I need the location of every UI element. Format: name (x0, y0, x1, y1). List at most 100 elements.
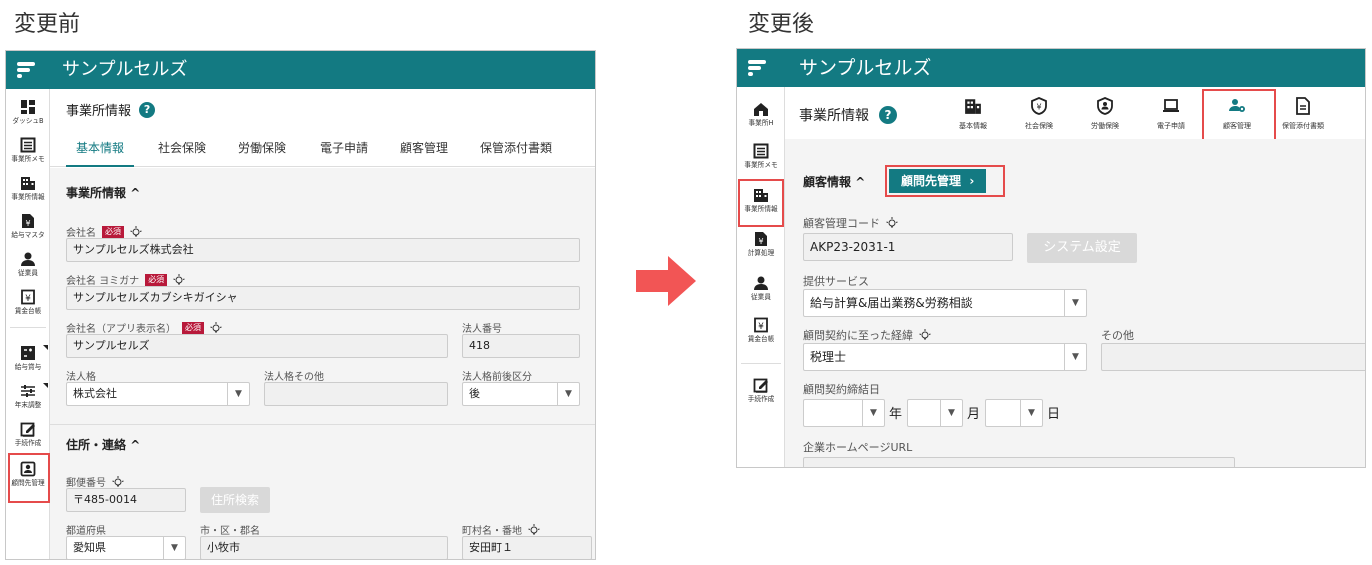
sidebar-item-label: 年末調整 (14, 401, 42, 409)
company-kana-input[interactable]: サンプルセルズカブシキガイシャ (66, 286, 580, 310)
app-logo-icon[interactable] (737, 49, 779, 87)
sidebar-item-office-memo[interactable]: 事業所メモ (737, 143, 785, 170)
sidebar-item-year-end[interactable]: 年末調整 (6, 383, 50, 410)
tab-e-filing[interactable]: 電子申請 (312, 129, 376, 167)
contract-reason-select[interactable]: 税理士 ▼ (803, 343, 1087, 371)
sidebar-item-employees[interactable]: 従業員 (737, 275, 785, 302)
chevron-down-icon: ▼ (940, 400, 962, 426)
corp-type-select[interactable]: 株式会社 ▼ (66, 382, 250, 406)
section-title: 住所・連絡 (66, 438, 127, 452)
person-icon (21, 252, 35, 266)
select-value: 株式会社 (73, 387, 117, 400)
sidebar-item-office-memo[interactable]: 事業所メモ (6, 137, 50, 164)
contract-month-select[interactable]: ▼ (907, 399, 963, 427)
section-header-address[interactable]: 住所・連絡 ^ (66, 436, 140, 453)
corp-position-select[interactable]: 後 ▼ (462, 382, 580, 406)
address-search-button[interactable]: 住所検索 (200, 487, 270, 513)
year-unit: 年 (889, 407, 903, 422)
field-label-text: 顧客管理コード (803, 217, 880, 230)
sidebar-item-label: 手続作成 (14, 439, 42, 447)
tab-labor-insurance[interactable]: 労働保険 (230, 129, 294, 167)
company-name-input[interactable]: サンプルセルズ株式会社 (66, 238, 580, 262)
chevron-down-icon: ▼ (163, 537, 185, 559)
system-settings-button[interactable]: システム設定 (1027, 233, 1137, 263)
required-badge: 必須 (182, 321, 204, 334)
hint-bulb-icon[interactable] (130, 225, 142, 238)
hint-bulb-icon[interactable] (528, 523, 540, 536)
section-header-company[interactable]: 事業所情報 ^ (66, 184, 140, 201)
hint-bulb-icon[interactable] (173, 273, 185, 286)
tab-stored-documents[interactable]: 保管添付書類 (470, 129, 562, 167)
tab-label: 社会保険 (1025, 122, 1053, 130)
corp-number-input[interactable]: 418 (462, 334, 580, 358)
sidebar-item-employees[interactable]: 従業員 (6, 251, 50, 278)
tab-social-insurance[interactable]: 社会保険 (150, 129, 214, 167)
sidebar-item-label: 給与マスタ (11, 231, 45, 239)
sidebar-item-office-info[interactable]: 事業所情報 (6, 175, 50, 202)
section-title: 顧客情報 (803, 175, 852, 189)
before-screenshot: サンプルセルズ ダッシュB 事業所メモ 事業所情報 ¥ 給与マスタ 従業員 ¥ … (5, 50, 596, 560)
app-name-input[interactable]: サンプルセルズ (66, 334, 448, 358)
tab-label: 保管添付書類 (1282, 122, 1324, 130)
town-input[interactable]: 安田町１ (462, 536, 592, 559)
submenu-indicator-icon (43, 345, 48, 350)
sidebar-item-procedures[interactable]: 手続作成 (6, 421, 50, 448)
sidebar-item-salary-master[interactable]: ¥ 給与マスタ (6, 213, 50, 240)
sidebar-item-procedures[interactable]: 手続作成 (737, 377, 785, 404)
section-header-customer[interactable]: 顧客情報 ^ (803, 173, 865, 190)
svg-text:¥: ¥ (25, 219, 30, 228)
select-value: 愛知県 (73, 541, 106, 554)
corp-other-label: 法人格その他 (264, 372, 324, 383)
sidebar-item-payroll[interactable]: 給与賞与 (6, 345, 50, 372)
contract-day-select[interactable]: ▼ (985, 399, 1043, 427)
tab-basic-info[interactable]: 基本情報 (66, 129, 134, 167)
homepage-label: 企業ホームページURL (803, 441, 913, 454)
laptop-icon (1163, 99, 1179, 112)
prefecture-label: 都道府県 (66, 526, 106, 537)
sidebar-item-office-home[interactable]: 事業所H (737, 101, 785, 128)
sidebar-item-label: 手続作成 (747, 395, 775, 403)
prefecture-select[interactable]: 愛知県 ▼ (66, 536, 186, 559)
tab-e-filing[interactable]: 電子申請 (1141, 97, 1201, 131)
services-select[interactable]: 給与計算&届出業務&労務相談 ▼ (803, 289, 1087, 317)
hint-bulb-icon[interactable] (210, 321, 222, 334)
customer-code-input[interactable]: AKP23-2031-1 (803, 233, 1013, 261)
other-label: その他 (1101, 329, 1134, 342)
app-header: サンプルセルズ (6, 51, 595, 89)
app-logo-icon[interactable] (6, 51, 48, 89)
corp-other-input[interactable] (264, 382, 448, 406)
company-name-label: 会社名 必須 (66, 224, 142, 239)
corp-type-label: 法人格 (66, 372, 96, 383)
edit-icon (753, 378, 768, 393)
postal-input[interactable]: 〒485-0014 (66, 488, 186, 512)
sidebar-item-dashboard[interactable]: ダッシュB (6, 99, 50, 126)
tab-customer-management[interactable]: 顧客管理 (392, 129, 456, 167)
sidebar-item-wage-ledger[interactable]: ¥ 賃金台帳 (6, 289, 50, 316)
chevron-down-icon: ▼ (1020, 400, 1042, 426)
hint-bulb-icon[interactable] (112, 475, 124, 488)
sidebar-item-label: 賃金台帳 (747, 335, 775, 343)
hint-bulb-icon[interactable] (919, 329, 931, 341)
app-title: サンプルセルズ (62, 59, 188, 80)
sidebar-item-label: 事業所H (748, 119, 774, 127)
highlight-frame (738, 179, 784, 227)
tab-labor-insurance[interactable]: 労働保険 (1075, 97, 1135, 131)
chevron-down-icon: ▼ (227, 383, 249, 405)
tab-social-insurance[interactable]: ¥ 社会保険 (1009, 97, 1069, 131)
svg-text:¥: ¥ (1036, 103, 1041, 112)
sliders-icon (21, 385, 35, 397)
city-input[interactable]: 小牧市 (200, 536, 448, 559)
hint-bulb-icon[interactable] (886, 217, 898, 229)
other-input[interactable] (1101, 343, 1365, 371)
sidebar-item-wage-ledger[interactable]: ¥ 賃金台帳 (737, 317, 785, 344)
home-icon (754, 103, 768, 116)
sidebar-item-calculation[interactable]: ¥ 計算処理 (737, 231, 785, 258)
tab-basic-info[interactable]: 基本情報 (943, 97, 1003, 131)
homepage-input[interactable] (803, 457, 1235, 467)
tab-label: 労働保険 (1091, 122, 1119, 130)
chevron-down-icon: ▼ (862, 400, 884, 426)
tab-stored-documents[interactable]: 保管添付書類 (1273, 97, 1333, 131)
help-icon[interactable]: ? (879, 106, 897, 124)
contract-year-select[interactable]: ▼ (803, 399, 885, 427)
help-icon[interactable]: ? (139, 101, 156, 118)
